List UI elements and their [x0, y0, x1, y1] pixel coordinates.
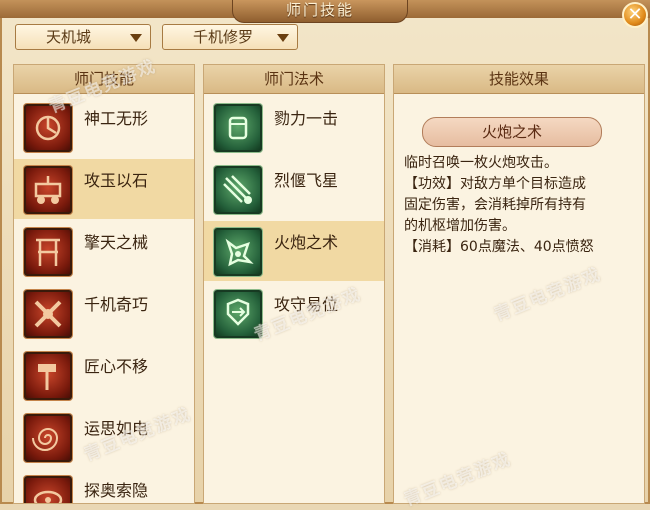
skill-row[interactable]: 擎天之械 [14, 221, 194, 281]
skill-label: 匠心不移 [84, 357, 149, 376]
spells-panel-header: 师门法术 [204, 65, 384, 94]
close-icon[interactable]: ✕ [622, 2, 648, 28]
shooting-star-icon [214, 166, 262, 214]
effect-line: 【消耗】60点魔法、40点愤怒 [404, 239, 594, 255]
spell-label: 勠力一击 [274, 109, 339, 128]
spell-row[interactable]: 烈偃飞星 [204, 159, 384, 219]
spell-label: 火炮之术 [274, 233, 339, 252]
skills-panel: 师门技能 神工无形攻玉以石擎天之械千机奇巧匠心不移运思如电探奥索隐 [13, 64, 195, 504]
effect-panel-header: 技能效果 [394, 65, 644, 94]
spell-row[interactable]: 火炮之术 [204, 221, 384, 281]
spell-label: 攻守易位 [274, 295, 339, 314]
skill-label: 运思如电 [84, 419, 149, 438]
siege-cart-icon [24, 166, 72, 214]
skill-row[interactable]: 运思如电 [14, 407, 194, 467]
skills-panel-header: 师门技能 [14, 65, 194, 94]
swap-shield-icon [214, 290, 262, 338]
golem-fist-icon [214, 104, 262, 152]
effect-line: 临时召唤一枚火炮攻击。 [404, 155, 558, 171]
window-title: 师门技能 [285, 1, 354, 19]
effect-line: 的机枢增加伤害。 [404, 218, 516, 234]
spell-label: 烈偃飞星 [274, 171, 339, 190]
clockwork-icon [24, 104, 72, 152]
vortex-icon [24, 476, 72, 503]
cannon-beast-icon [214, 228, 262, 276]
skill-window: 师门技能 ✕ 天机城 千机修罗 师门技能 神工无形攻玉以石擎天之械千机奇巧匠心不… [0, 0, 650, 510]
faction-dropdown-label: 千机修罗 [193, 28, 254, 46]
effect-skill-name: 火炮之术 [422, 117, 602, 147]
faction-dropdown[interactable]: 千机修罗 [162, 24, 298, 50]
effect-panel: 技能效果 火炮之术 临时召唤一枚火炮攻击。【功效】对敌方单个目标造成 固定伤害，会… [393, 64, 645, 504]
hammer-icon [24, 352, 72, 400]
spell-row[interactable]: 勠力一击 [204, 97, 384, 157]
skill-row[interactable]: 神工无形 [14, 97, 194, 157]
spells-panel: 师门法术 勠力一击烈偃飞星火炮之术攻守易位 [203, 64, 385, 504]
pillar-machine-icon [24, 228, 72, 276]
chevron-down-icon [130, 34, 142, 42]
sect-dropdown[interactable]: 天机城 [15, 24, 151, 50]
skill-label: 探奥索隐 [84, 481, 149, 500]
skill-label: 攻玉以石 [84, 171, 149, 190]
spiral-icon [24, 414, 72, 462]
gear-cross-icon [24, 290, 72, 338]
effect-description: 临时召唤一枚火炮攻击。【功效】对敌方单个目标造成 固定伤害，会消耗掉所有持有 的机枢… [404, 153, 642, 258]
window-title-plate: 师门技能 [232, 0, 408, 23]
skill-label: 神工无形 [84, 109, 149, 128]
sect-dropdown-label: 天机城 [46, 28, 92, 46]
skill-row[interactable]: 探奥索隐 [14, 469, 194, 503]
skill-row[interactable]: 千机奇巧 [14, 283, 194, 343]
effect-line: 固定伤害，会消耗掉所有持有 [404, 197, 586, 213]
spell-row[interactable]: 攻守易位 [204, 283, 384, 343]
chevron-down-icon [277, 34, 289, 42]
effect-line: 【功效】对敌方单个目标造成 [404, 176, 586, 192]
skill-label: 千机奇巧 [84, 295, 149, 314]
skill-label: 擎天之械 [84, 233, 149, 252]
skill-row[interactable]: 匠心不移 [14, 345, 194, 405]
skill-row[interactable]: 攻玉以石 [14, 159, 194, 219]
